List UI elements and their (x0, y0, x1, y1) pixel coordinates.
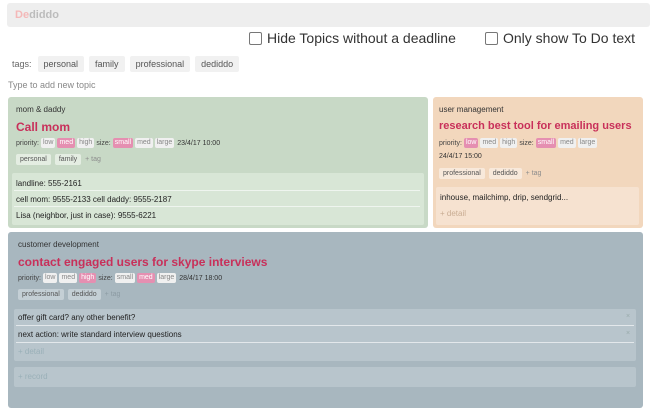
add-detail-button[interactable]: + detail (440, 209, 466, 218)
checkbox-only-todo[interactable] (485, 31, 498, 45)
due-date[interactable]: 24/4/17 15:00 (439, 153, 482, 160)
priority-label: priority: (18, 274, 41, 282)
size-small[interactable]: small (114, 273, 136, 283)
card-title[interactable]: research best tool for emailing users (439, 120, 632, 132)
card-priority-size: priority: low med high size: small med l… (18, 273, 222, 283)
card-title[interactable]: contact engaged users for skype intervie… (18, 255, 267, 269)
detail-item[interactable]: landline: 555-2161 (16, 179, 82, 188)
card-tags: professional dediddo + tag (18, 289, 120, 300)
detail-divider (16, 342, 634, 343)
card-category: customer development (18, 240, 99, 249)
add-tag-button[interactable]: + tag (85, 156, 101, 163)
size-small[interactable]: small (112, 138, 134, 148)
detail-divider (14, 190, 420, 191)
size-label: size: (96, 139, 111, 147)
due-date[interactable]: 23/4/17 10:00 (177, 140, 220, 147)
app-logo[interactable]: Dediddo (15, 9, 59, 21)
card-category: mom & daddy (16, 105, 66, 114)
card-tag-professional[interactable]: professional (439, 168, 485, 179)
topic-card-call-mom[interactable]: mom & daddy Call mom priority: low med h… (8, 97, 428, 228)
size-large[interactable]: large (154, 138, 175, 148)
size-med[interactable]: med (558, 138, 576, 148)
card-priority-size: priority: low med high size: small med l… (16, 138, 220, 148)
card-tags: personal family + tag (16, 154, 101, 165)
priority-med[interactable]: med (480, 138, 499, 148)
priority-label: priority: (16, 139, 39, 147)
card-tag-personal[interactable]: personal (16, 154, 51, 165)
tags-label: tags: (12, 59, 32, 69)
detail-divider (14, 206, 420, 207)
card-tag-dediddo[interactable]: dediddo (67, 289, 101, 300)
card-tag-professional[interactable]: professional (18, 289, 64, 300)
card-tags: professional dediddo + tag (439, 168, 541, 179)
top-bar: Dediddo (7, 3, 650, 27)
detail-list: landline: 555-2161 cell mom: 9555-2133 c… (12, 173, 424, 225)
detail-list: inhouse, mailchimp, drip, sendgrid... + … (436, 187, 639, 225)
tag-filter-dediddo[interactable]: dediddo (195, 56, 240, 72)
topic-card-research-email-tool[interactable]: user management research best tool for e… (433, 97, 643, 228)
detail-item[interactable]: next action: write standard interview qu… (18, 330, 182, 339)
add-tag-button[interactable]: + tag (105, 291, 121, 298)
priority-label: priority: (439, 139, 462, 147)
card-category: user management (439, 105, 504, 114)
card-title[interactable]: Call mom (16, 120, 70, 134)
tag-filter-professional[interactable]: professional (129, 56, 191, 72)
detail-item[interactable]: cell mom: 9555-2133 cell daddy: 9555-218… (16, 195, 172, 204)
priority-low[interactable]: low (42, 273, 58, 283)
size-label: size: (519, 139, 534, 147)
due-date[interactable]: 28/4/17 18:00 (179, 275, 222, 282)
record-section: + record (14, 367, 636, 387)
size-small[interactable]: small (535, 138, 557, 148)
priority-med[interactable]: med (59, 273, 78, 283)
remove-detail-icon[interactable]: × (626, 313, 630, 320)
card-priority-size: priority: low med high size: small med l… (439, 138, 599, 148)
checkbox-hide-no-deadline[interactable] (249, 31, 262, 45)
size-med[interactable]: med (137, 273, 155, 283)
detail-list: offer gift card? any other benefit? × ne… (14, 309, 636, 361)
card-tag-family[interactable]: family (54, 154, 82, 165)
tag-filter-personal[interactable]: personal (37, 56, 85, 72)
add-tag-button[interactable]: + tag (526, 170, 542, 177)
detail-divider (16, 325, 634, 326)
card-tag-dediddo[interactable]: dediddo (488, 168, 522, 179)
add-detail-button[interactable]: + detail (18, 347, 44, 356)
logo-part-1: De (15, 9, 30, 21)
priority-high[interactable]: high (77, 138, 95, 148)
priority-med[interactable]: med (57, 138, 76, 148)
priority-high[interactable]: high (79, 273, 97, 283)
tag-filter-family[interactable]: family (89, 56, 125, 72)
logo-part-2: diddo (29, 9, 59, 21)
filter-only-todo-label: Only show To Do text (503, 30, 636, 46)
filter-hide-no-deadline-label: Hide Topics without a deadline (267, 30, 456, 46)
add-record-button[interactable]: + record (18, 372, 48, 381)
priority-high[interactable]: high (500, 138, 518, 148)
filter-only-todo[interactable]: Only show To Do text (485, 30, 635, 46)
tag-filter-bar: tags: personal family professional dedid… (12, 56, 244, 72)
size-large[interactable]: large (156, 273, 177, 283)
filter-hide-no-deadline[interactable]: Hide Topics without a deadline (249, 30, 456, 46)
add-topic-input[interactable]: Type to add new topic (8, 80, 96, 90)
detail-item[interactable]: Lisa (neighbor, just in case): 9555-6221 (16, 211, 156, 220)
priority-low[interactable]: low (463, 138, 479, 148)
priority-low[interactable]: low (40, 138, 56, 148)
size-label: size: (98, 274, 113, 282)
size-med[interactable]: med (135, 138, 153, 148)
detail-item[interactable]: inhouse, mailchimp, drip, sendgrid... (440, 193, 568, 202)
detail-item[interactable]: offer gift card? any other benefit? (18, 313, 135, 322)
remove-detail-icon[interactable]: × (626, 330, 630, 337)
size-large[interactable]: large (577, 138, 598, 148)
topic-card-contact-users[interactable]: customer development contact engaged use… (8, 232, 643, 408)
